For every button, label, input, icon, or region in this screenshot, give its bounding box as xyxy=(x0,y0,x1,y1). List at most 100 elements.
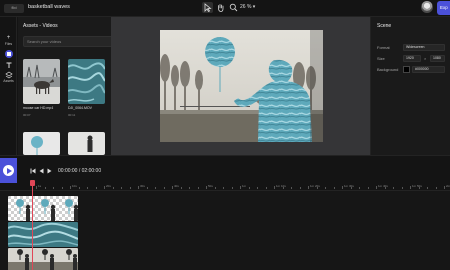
ruler-minor-tick xyxy=(282,187,284,189)
skip-back-icon[interactable] xyxy=(30,168,36,176)
format-dropdown[interactable]: Widescreen xyxy=(403,44,445,51)
video-name: DJI_0064.MOV xyxy=(68,106,92,110)
ruler-minor-tick xyxy=(61,187,63,189)
ruler-minor-tick xyxy=(146,187,148,189)
playhead[interactable] xyxy=(32,181,33,270)
timeline-clip-cutout[interactable] xyxy=(8,196,78,221)
scene-properties-panel: Scene Format Widescreen Size 1920 × 1080… xyxy=(370,17,450,155)
ruler-tick xyxy=(240,186,241,189)
background-label: Background xyxy=(377,67,399,72)
ruler-tick xyxy=(410,186,411,189)
video-duration: 00:11 xyxy=(68,113,76,117)
project-title[interactable]: basketball waves xyxy=(28,4,70,10)
ruler-tick xyxy=(274,186,275,189)
assets-panel-title: Assets - Videos xyxy=(23,23,58,29)
ruler-minor-tick xyxy=(78,187,80,189)
ruler-minor-tick xyxy=(325,187,326,189)
ruler-tick-label: 1s xyxy=(38,184,42,188)
search-placeholder: Search your videos xyxy=(27,39,62,44)
text-icon xyxy=(5,61,13,69)
play-button[interactable] xyxy=(0,158,17,183)
ruler-tick-label: 1m 20s xyxy=(310,184,320,188)
playhead-handle[interactable] xyxy=(30,180,35,186)
ruler-minor-tick xyxy=(291,187,292,189)
ruler-tick xyxy=(444,186,445,189)
top-bar: flixi basketball waves 26 % ▾ Exp xyxy=(0,0,450,17)
background-color-input[interactable]: #000000 xyxy=(412,66,445,73)
current-time: 00:00:00 xyxy=(58,168,78,174)
timeline-clip-footage[interactable] xyxy=(8,248,78,270)
search-input[interactable]: Search your videos xyxy=(23,36,124,47)
nav-label-assets: Assets xyxy=(3,79,14,83)
nav-item-text[interactable] xyxy=(1,61,16,69)
transport-bar: 00:00:00 / 02:00:00 xyxy=(0,155,450,183)
ruler-tick xyxy=(36,186,37,189)
ruler-minor-tick xyxy=(112,187,114,189)
ruler-tick-label: 10s xyxy=(72,184,77,188)
ruler-minor-tick xyxy=(418,187,420,189)
ruler-minor-tick xyxy=(359,187,360,189)
background-color-swatch[interactable] xyxy=(403,66,410,73)
height-input[interactable]: 1080 xyxy=(430,55,445,62)
ruler-minor-tick xyxy=(384,187,386,189)
ruler-minor-tick xyxy=(95,187,97,189)
ruler-minor-tick xyxy=(316,187,318,189)
step-forward-icon[interactable] xyxy=(47,168,52,176)
nav-label-files: Files xyxy=(4,42,13,46)
video-thumbnail-person[interactable] xyxy=(68,132,105,155)
video-name: moose car HD.mp4 xyxy=(23,106,54,110)
timeline-tracks[interactable] xyxy=(0,191,450,270)
zoom-search-icon[interactable] xyxy=(228,2,239,13)
ruler-minor-tick xyxy=(299,187,301,189)
nav-item-layers[interactable]: Assets xyxy=(1,71,16,83)
layers-icon xyxy=(4,71,13,79)
app-logo[interactable]: flixi xyxy=(4,4,24,13)
ruler-minor-tick xyxy=(393,187,394,189)
ruler-minor-tick xyxy=(214,187,216,189)
timecode: 00:00:00 / 02:00:00 xyxy=(58,168,101,174)
ruler-minor-tick xyxy=(53,187,54,189)
video-preview-stage[interactable] xyxy=(160,30,323,142)
ruler-tick-label: 1m 50s xyxy=(412,184,422,188)
ruler-minor-tick xyxy=(44,187,46,189)
video-thumbnail-cutout[interactable] xyxy=(23,132,60,155)
ruler-tick xyxy=(104,186,105,189)
ruler-minor-tick xyxy=(231,187,233,189)
ruler-minor-tick xyxy=(121,187,122,189)
video-thumbnail-waves[interactable] xyxy=(68,59,105,104)
chevron-down-icon: ▾ xyxy=(252,4,256,10)
ruler-tick-label: 20s xyxy=(106,184,111,188)
timeline-ruler[interactable]: 1s 10s 20s 30s 40s 50s 1m 1m 10s 1m 20s 1m 30s 1m … xyxy=(0,183,450,191)
ruler-minor-tick xyxy=(350,187,352,189)
ruler-minor-tick xyxy=(257,187,258,189)
timeline-clip-waves[interactable] xyxy=(8,222,78,247)
ruler-minor-tick xyxy=(129,187,131,189)
hand-tool-icon[interactable] xyxy=(215,2,226,13)
ruler-minor-tick xyxy=(427,187,428,189)
size-label: Size xyxy=(377,56,385,61)
nav-item-files[interactable]: + Files xyxy=(1,34,16,46)
video-thumbnail-moose[interactable] xyxy=(23,59,60,104)
nav-item-assets-active[interactable] xyxy=(1,50,16,58)
step-back-icon[interactable] xyxy=(39,168,44,176)
ruler-minor-tick xyxy=(223,187,224,189)
select-tool-icon[interactable] xyxy=(202,2,213,13)
total-time: 02:00:00 xyxy=(81,168,102,174)
ruler-tick xyxy=(308,186,309,189)
ruler-minor-tick xyxy=(163,187,165,189)
export-button[interactable]: Exp xyxy=(437,1,450,15)
time-separator: / xyxy=(78,168,81,174)
ruler-minor-tick xyxy=(197,187,199,189)
ruler-minor-tick xyxy=(87,187,88,189)
ruler-tick xyxy=(70,186,71,189)
ruler-minor-tick xyxy=(180,187,182,189)
ruler-tick-label: 40s xyxy=(174,184,179,188)
ruler-tick-label: 1m 30s xyxy=(344,184,354,188)
zoom-level-dropdown[interactable]: 26 % ▾ xyxy=(240,4,255,10)
ruler-tick-label: 1m xyxy=(242,184,247,188)
ruler-minor-tick xyxy=(248,187,250,189)
avatar[interactable] xyxy=(421,1,433,13)
ruler-minor-tick xyxy=(401,187,403,189)
width-input[interactable]: 1920 xyxy=(403,55,421,62)
ruler-tick-label: 1m 10s xyxy=(276,184,286,188)
